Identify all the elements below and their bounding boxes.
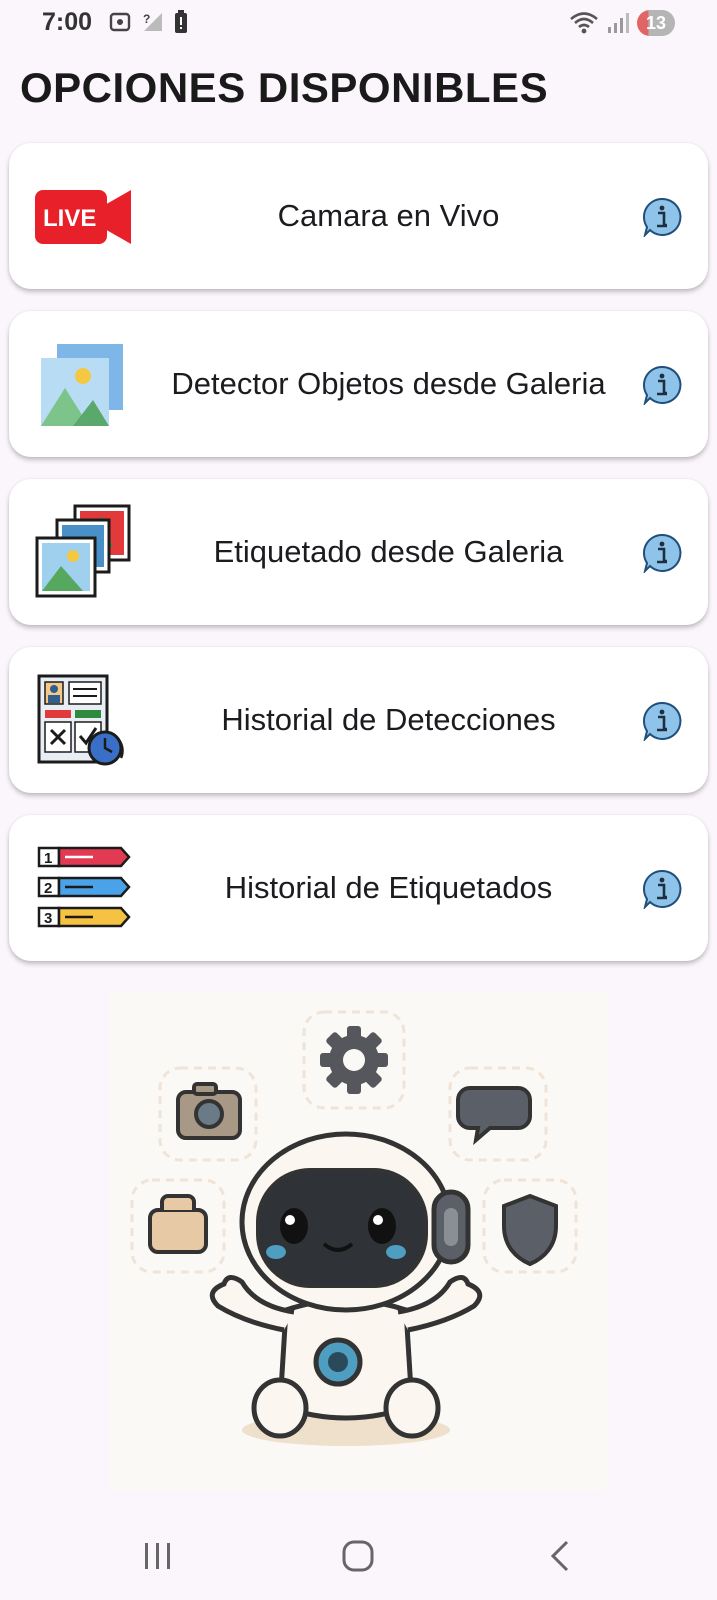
live-camera-icon: LIVE — [35, 190, 131, 244]
info-icon[interactable] — [642, 533, 682, 573]
battery-alert-icon — [175, 10, 187, 33]
back-button[interactable] — [530, 1530, 590, 1582]
info-icon[interactable] — [642, 869, 682, 909]
info-icon[interactable] — [642, 197, 682, 237]
option-label: Detector Objetos desde Galeria — [171, 366, 606, 401]
back-icon — [550, 1540, 569, 1572]
battery-level-badge: 13 — [636, 10, 675, 36]
info-icon[interactable] — [642, 701, 682, 741]
option-label: Historial de Etiquetados — [224, 870, 553, 905]
svg-text:LIVE: LIVE — [43, 205, 96, 232]
svg-text:1: 1 — [44, 850, 52, 867]
home-icon — [342, 1540, 374, 1572]
option-label: Etiquetado desde Galeria — [213, 534, 564, 569]
page-title: OPCIONES DISPONIBLES — [20, 64, 549, 111]
options-list: LIVE Camara en Vivo Detector Objetos des… — [9, 143, 708, 983]
wifi-icon — [570, 12, 598, 34]
option-label: Camara en Vivo — [277, 198, 500, 233]
home-button[interactable] — [328, 1530, 388, 1582]
detection-history-icon — [37, 674, 124, 766]
option-card-gallery-detector[interactable]: Detector Objetos desde Galeria — [9, 311, 708, 457]
navigation-bar — [0, 1512, 717, 1600]
screenshot-icon — [109, 12, 131, 32]
signal-off-icon: ? — [143, 12, 162, 31]
recent-apps-icon — [145, 1543, 170, 1569]
status-bar: 7:00 ? 13 — [0, 0, 717, 48]
shield-icon — [502, 1193, 558, 1267]
gear-icon — [320, 1026, 388, 1094]
option-card-detection-history[interactable]: Historial de Detecciones — [9, 647, 708, 793]
robot-mascot — [130, 1010, 578, 1446]
option-card-labeling-history[interactable]: 1 2 3 Historial de Etiquetados — [9, 815, 708, 961]
status-time: 7:00 — [42, 8, 93, 36]
cell-signal-icon — [607, 13, 629, 33]
option-card-gallery-labeling[interactable]: Etiquetado desde Galeria — [9, 479, 708, 625]
folder-icon — [148, 1194, 208, 1254]
robot-illustration — [110, 992, 607, 1490]
info-icon[interactable] — [642, 365, 682, 405]
camera-icon — [176, 1082, 242, 1140]
photo-stack-icon — [35, 504, 131, 598]
recent-apps-button[interactable] — [128, 1530, 188, 1582]
option-label: Historial de Detecciones — [221, 702, 556, 737]
gallery-image-icon — [41, 344, 123, 426]
svg-text:?: ? — [143, 12, 150, 26]
svg-text:3: 3 — [44, 910, 52, 927]
chat-bubble-icon — [456, 1086, 532, 1146]
option-card-live-camera[interactable]: LIVE Camara en Vivo — [9, 143, 708, 289]
svg-text:2: 2 — [44, 880, 52, 897]
ranked-list-icon: 1 2 3 — [37, 846, 131, 928]
